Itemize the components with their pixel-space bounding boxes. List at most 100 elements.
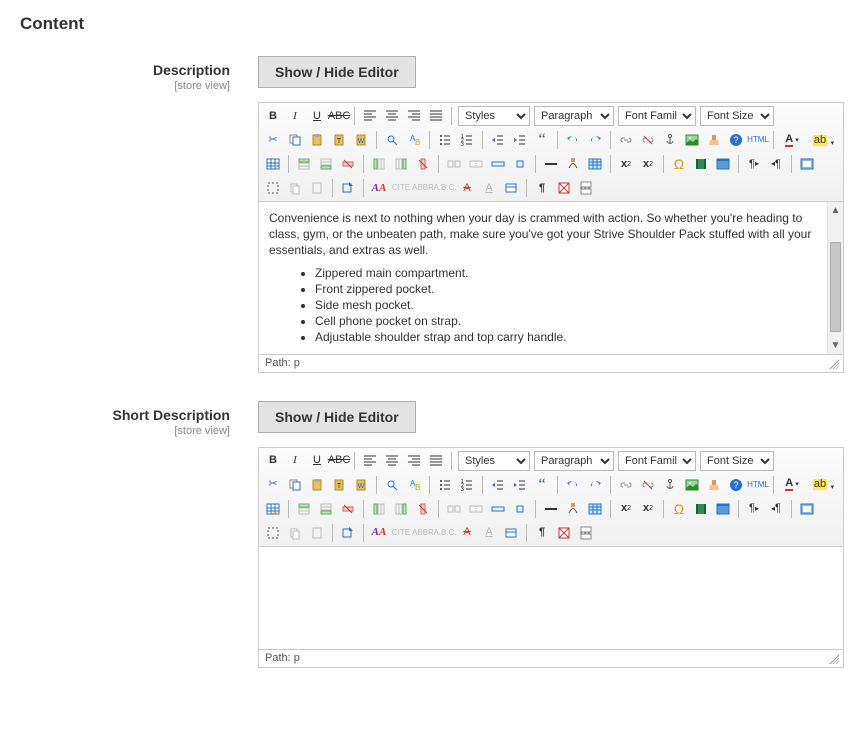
attribs-icon[interactable] <box>501 523 521 543</box>
attribs-icon[interactable] <box>501 178 521 198</box>
paste-word-icon[interactable]: W <box>351 130 371 150</box>
undo-icon[interactable] <box>563 475 583 495</box>
paste2-icon[interactable] <box>307 178 327 198</box>
underline-icon[interactable]: U <box>307 451 327 471</box>
paste-text-icon[interactable]: T <box>329 130 349 150</box>
align-right-icon[interactable] <box>404 106 424 126</box>
row-before-icon[interactable] <box>294 154 314 174</box>
font-color-icon[interactable]: A▾ <box>779 475 805 495</box>
align-right-icon[interactable] <box>404 451 424 471</box>
scroll-down-icon[interactable]: ▼ <box>828 338 843 354</box>
align-center-icon[interactable] <box>382 451 402 471</box>
cite-icon[interactable]: CITE <box>391 178 411 198</box>
bullet-list-icon[interactable] <box>435 475 455 495</box>
ins-icon[interactable]: A <box>479 523 499 543</box>
copy2-icon[interactable] <box>285 178 305 198</box>
font-size-select[interactable]: Font Size <box>700 451 774 471</box>
replace-icon[interactable]: AB <box>404 475 424 495</box>
align-left-icon[interactable] <box>360 106 380 126</box>
rtl-icon[interactable]: ◂¶ <box>766 154 786 174</box>
insert-layer-icon[interactable] <box>338 523 358 543</box>
undo-icon[interactable] <box>563 130 583 150</box>
paste2-icon[interactable] <box>307 523 327 543</box>
help-icon[interactable]: ? <box>726 130 746 150</box>
special-char-icon[interactable]: Ω <box>669 154 689 174</box>
col-after-icon[interactable] <box>391 499 411 519</box>
bold-icon[interactable]: B <box>263 451 283 471</box>
del-icon[interactable]: A <box>457 178 477 198</box>
style-icon[interactable]: AA <box>369 178 389 198</box>
abbr-icon[interactable]: ABBR <box>413 523 433 543</box>
find-icon[interactable] <box>382 130 402 150</box>
highlight-color-icon[interactable]: ab <box>807 130 833 150</box>
resize-grip-icon[interactable] <box>827 652 839 664</box>
fullscreen-icon[interactable] <box>713 154 733 174</box>
merge-cells-icon[interactable] <box>466 154 486 174</box>
cut-icon[interactable]: ✂ <box>263 130 283 150</box>
abbr-icon[interactable]: ABBR <box>413 178 433 198</box>
merge-cells-icon[interactable] <box>466 499 486 519</box>
cite-icon[interactable]: CITE <box>391 523 411 543</box>
link-icon[interactable] <box>616 130 636 150</box>
acronym-icon[interactable]: A.B.C. <box>435 178 455 198</box>
paste-icon[interactable] <box>307 130 327 150</box>
copy-icon[interactable] <box>285 130 305 150</box>
visual-aid-icon[interactable] <box>585 154 605 174</box>
strikethrough-icon[interactable]: ABC <box>329 106 349 126</box>
align-justify-icon[interactable] <box>426 106 446 126</box>
underline-icon[interactable]: U <box>307 106 327 126</box>
resize-grip-icon[interactable] <box>827 357 839 369</box>
select-all-icon[interactable] <box>263 178 283 198</box>
layer-icon[interactable] <box>797 499 817 519</box>
numbered-list-icon[interactable]: 123 <box>457 130 477 150</box>
paste-word-icon[interactable]: W <box>351 475 371 495</box>
remove-format-icon[interactable] <box>563 499 583 519</box>
row-after-icon[interactable] <box>316 499 336 519</box>
show-chars-icon[interactable]: ¶ <box>532 523 552 543</box>
link-icon[interactable] <box>616 475 636 495</box>
toggle-editor-description[interactable]: Show / Hide Editor <box>258 56 416 88</box>
cut-icon[interactable]: ✂ <box>263 475 283 495</box>
copy2-icon[interactable] <box>285 523 305 543</box>
unlink-icon[interactable] <box>638 130 658 150</box>
html-icon[interactable]: HTML <box>748 475 768 495</box>
subscript-icon[interactable]: x2 <box>616 499 636 519</box>
col-before-icon[interactable] <box>369 499 389 519</box>
scroll-up-icon[interactable]: ▲ <box>828 202 843 218</box>
font-size-select[interactable]: Font Size <box>700 106 774 126</box>
split-cells-icon[interactable] <box>444 154 464 174</box>
numbered-list-icon[interactable]: 123 <box>457 475 477 495</box>
align-justify-icon[interactable] <box>426 451 446 471</box>
indent-icon[interactable] <box>510 475 530 495</box>
blockquote-icon[interactable]: “ <box>532 130 552 150</box>
paragraph-select[interactable]: Paragraph <box>534 451 614 471</box>
strikethrough-icon[interactable]: ABC <box>329 451 349 471</box>
table-icon[interactable] <box>263 154 283 174</box>
style-icon[interactable]: AA <box>369 523 389 543</box>
editor-scrollbar[interactable]: ▲ ▼ <box>827 202 843 354</box>
font-family-select[interactable]: Font Family <box>618 106 696 126</box>
row-props-icon[interactable] <box>488 499 508 519</box>
row-before-icon[interactable] <box>294 499 314 519</box>
highlight-color-icon[interactable]: ab <box>807 475 833 495</box>
superscript-icon[interactable]: x2 <box>638 499 658 519</box>
subscript-icon[interactable]: x2 <box>616 154 636 174</box>
bullet-list-icon[interactable] <box>435 130 455 150</box>
acronym-icon[interactable]: A.B.C. <box>435 523 455 543</box>
cleanup-icon[interactable] <box>704 130 724 150</box>
outdent-icon[interactable] <box>488 130 508 150</box>
indent-icon[interactable] <box>510 130 530 150</box>
help-icon[interactable]: ? <box>726 475 746 495</box>
italic-icon[interactable]: I <box>285 106 305 126</box>
anchor-icon[interactable] <box>660 130 680 150</box>
image-icon[interactable] <box>682 130 702 150</box>
ins-icon[interactable]: A <box>479 178 499 198</box>
hr-icon[interactable] <box>541 154 561 174</box>
short-description-editor-body[interactable] <box>259 547 843 649</box>
align-left-icon[interactable] <box>360 451 380 471</box>
col-delete-icon[interactable] <box>413 499 433 519</box>
col-before-icon[interactable] <box>369 154 389 174</box>
cleanup-icon[interactable] <box>704 475 724 495</box>
ltr-icon[interactable]: ¶▸ <box>744 154 764 174</box>
find-icon[interactable] <box>382 475 402 495</box>
